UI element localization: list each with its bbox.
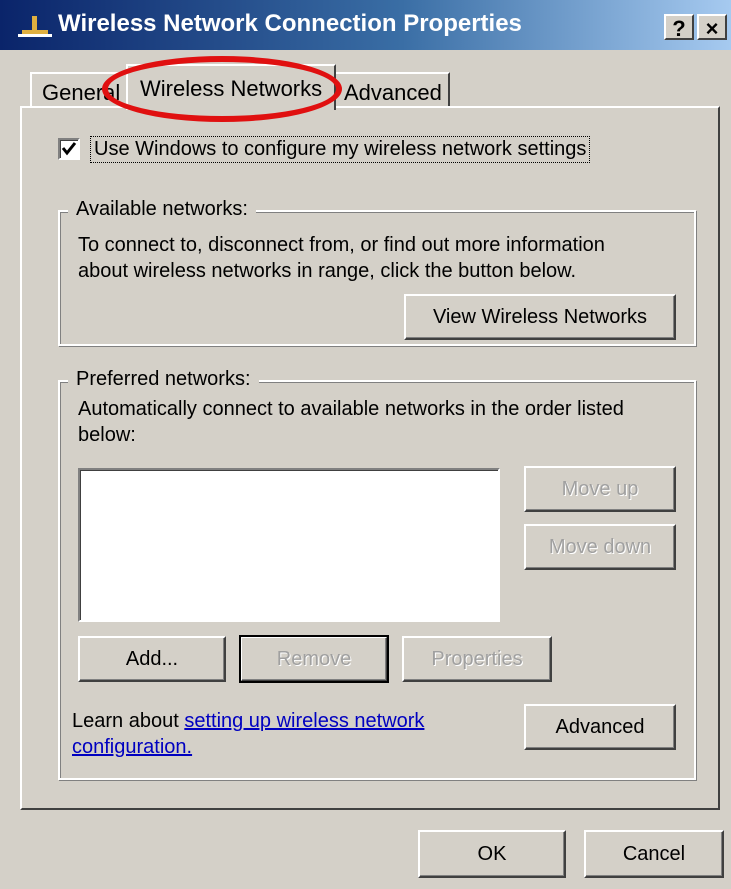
move-up-button[interactable]: Move up bbox=[524, 466, 676, 512]
preferred-networks-list[interactable] bbox=[78, 468, 500, 622]
use-windows-checkbox[interactable] bbox=[58, 138, 80, 160]
setup-help-link-continued[interactable]: configuration. bbox=[72, 736, 192, 759]
close-button[interactable]: × bbox=[697, 14, 727, 41]
window-title: Wireless Network Connection Properties bbox=[58, 10, 522, 37]
use-windows-label[interactable]: Use Windows to configure my wireless net… bbox=[90, 136, 591, 163]
help-button[interactable]: ? bbox=[664, 14, 694, 41]
title-bar[interactable]: Wireless Network Connection Properties ?… bbox=[0, 0, 731, 50]
learn-about-text: Learn about setting up wireless network bbox=[72, 710, 424, 733]
network-connection-icon bbox=[18, 16, 52, 37]
tab-wireless-networks[interactable]: Wireless Networks bbox=[126, 64, 336, 110]
add-button[interactable]: Add... bbox=[78, 636, 226, 682]
properties-dialog: Wireless Network Connection Properties ?… bbox=[0, 0, 731, 889]
advanced-button[interactable]: Advanced bbox=[524, 704, 676, 750]
learn-about-prefix: Learn about bbox=[72, 710, 185, 732]
tab-general[interactable]: General bbox=[30, 72, 130, 108]
cancel-button[interactable]: Cancel bbox=[584, 830, 724, 878]
move-down-button[interactable]: Move down bbox=[524, 524, 676, 570]
preferred-networks-desc-1: Automatically connect to available netwo… bbox=[78, 398, 624, 420]
available-networks-desc-1: To connect to, disconnect from, or find … bbox=[78, 234, 605, 256]
preferred-networks-desc-2: below: bbox=[78, 424, 136, 446]
properties-button[interactable]: Properties bbox=[402, 636, 552, 682]
ok-button[interactable]: OK bbox=[418, 830, 566, 878]
available-networks-desc-2: about wireless networks in range, click … bbox=[78, 260, 577, 282]
preferred-networks-legend: Preferred networks: bbox=[68, 368, 259, 391]
view-wireless-networks-button[interactable]: View Wireless Networks bbox=[404, 294, 676, 340]
remove-button[interactable]: Remove bbox=[239, 635, 389, 683]
setup-help-link[interactable]: setting up wireless network bbox=[184, 710, 424, 732]
available-networks-legend: Available networks: bbox=[68, 198, 256, 221]
tab-advanced[interactable]: Advanced bbox=[334, 72, 450, 108]
checkmark-icon bbox=[61, 142, 77, 156]
